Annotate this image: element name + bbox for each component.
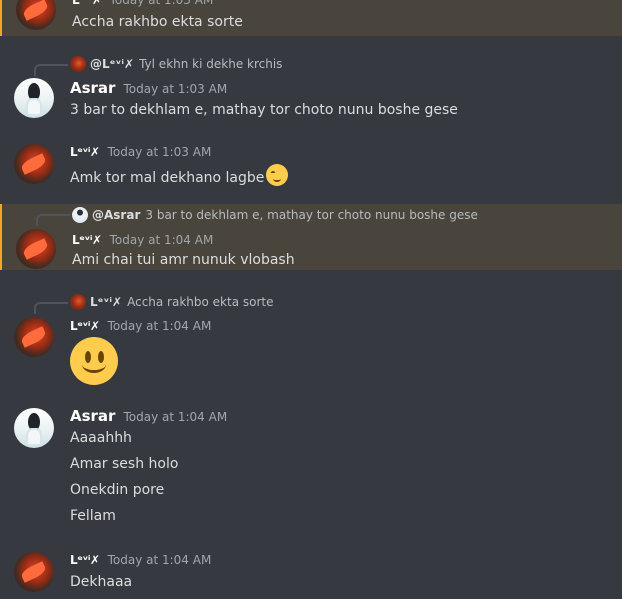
- username[interactable]: Lᵉᵛⁱ✗: [72, 0, 102, 10]
- reply-preview[interactable]: Lᵉᵛⁱ✗ Accha rakhbo ekta sorte: [70, 294, 274, 310]
- reply-connector: [34, 64, 68, 76]
- avatar[interactable]: [14, 408, 54, 448]
- message-text: Aaaahhh: [70, 430, 132, 446]
- reply-text: 3 bar to dekhlam e, mathay tor choto nun…: [145, 208, 478, 222]
- chat-messages: Lᵉᵛⁱ✗ Today at 1:03 AM Accha rakhbo ekta…: [0, 0, 622, 599]
- username[interactable]: Asrar: [70, 78, 115, 98]
- username[interactable]: Lᵉᵛⁱ✗: [70, 142, 100, 162]
- reply-text: Accha rakhbo ekta sorte: [127, 295, 274, 309]
- message-header: Lᵉᵛⁱ✗ Today at 1:03 AM: [70, 142, 211, 162]
- message-header: Asrar Today at 1:03 AM: [70, 78, 227, 98]
- username[interactable]: Lᵉᵛⁱ✗: [70, 316, 100, 336]
- message-item: @Lᵉᵛⁱ✗ Tyl ekhn ki dekhe krchis Asrar To…: [0, 54, 622, 130]
- reply-preview[interactable]: @Lᵉᵛⁱ✗ Tyl ekhn ki dekhe krchis: [70, 56, 282, 72]
- message-item: Asrar Today at 1:04 AM Aaaahhh Amar sesh…: [0, 406, 622, 530]
- reply-connector: [34, 302, 68, 314]
- message-text: Dekhaaa: [70, 574, 133, 590]
- message-header: Lᵉᵛⁱ✗ Today at 1:04 AM: [70, 550, 211, 570]
- message-text: Amar sesh holo: [70, 456, 179, 472]
- avatar[interactable]: [14, 552, 54, 592]
- message-header: Lᵉᵛⁱ✗ Today at 1:04 AM: [72, 230, 213, 250]
- emoji-mouth: [82, 356, 106, 373]
- message-header: Asrar Today at 1:04 AM: [70, 406, 227, 426]
- message-text-content: Amk tor mal dekhano lagbe: [70, 170, 265, 186]
- reply-avatar: [70, 294, 86, 310]
- reply-preview[interactable]: @Asrar 3 bar to dekhlam e, mathay tor ch…: [72, 207, 478, 223]
- timestamp: Today at 1:04 AM: [107, 319, 212, 333]
- reply-avatar: [70, 56, 86, 72]
- message-text: Ami chai tui amr nunuk vlobash: [72, 252, 295, 268]
- relieved-face-emoji: [266, 164, 289, 186]
- username[interactable]: Lᵉᵛⁱ✗: [70, 550, 100, 570]
- username[interactable]: Lᵉᵛⁱ✗: [72, 230, 102, 250]
- timestamp: Today at 1:03 AM: [107, 145, 212, 159]
- reply-author: Lᵉᵛⁱ✗: [90, 295, 123, 309]
- timestamp: Today at 1:04 AM: [109, 233, 214, 247]
- message-text: Fellam: [70, 508, 116, 524]
- avatar[interactable]: [14, 317, 54, 357]
- timestamp: Today at 1:04 AM: [107, 553, 212, 567]
- timestamp: Today at 1:04 AM: [123, 410, 228, 424]
- slightly-smiling-face-emoji: [70, 337, 118, 385]
- reply-author: @Asrar: [92, 208, 141, 222]
- message-item: Lᵉᵛⁱ✗ Today at 1:03 AM Accha rakhbo ekta…: [0, 0, 622, 36]
- message-item: @Asrar 3 bar to dekhlam e, mathay tor ch…: [0, 204, 622, 270]
- reply-text: Tyl ekhn ki dekhe krchis: [139, 57, 283, 71]
- username[interactable]: Asrar: [70, 406, 115, 426]
- message-text: Accha rakhbo ekta sorte: [72, 14, 243, 30]
- avatar[interactable]: [16, 229, 56, 269]
- message-item: Lᵉᵛⁱ✗ Today at 1:03 AM Amk tor mal dekha…: [0, 142, 622, 196]
- timestamp: Today at 1:03 AM: [123, 82, 228, 96]
- message-item: Lᵉᵛⁱ✗ Accha rakhbo ekta sorte Lᵉᵛⁱ✗ Toda…: [0, 292, 622, 388]
- avatar[interactable]: [14, 78, 54, 118]
- avatar[interactable]: [16, 0, 56, 30]
- reply-author: @Lᵉᵛⁱ✗: [90, 57, 135, 71]
- message-text: Amk tor mal dekhano lagbe: [70, 164, 289, 188]
- message-header: Lᵉᵛⁱ✗ Today at 1:04 AM: [70, 316, 211, 336]
- reply-connector: [36, 214, 70, 226]
- message-text: Onekdin pore: [70, 482, 165, 498]
- avatar[interactable]: [14, 144, 54, 184]
- message-text: 3 bar to dekhlam e, mathay tor choto nun…: [70, 102, 458, 118]
- timestamp: Today at 1:03 AM: [109, 0, 214, 7]
- message-header: Lᵉᵛⁱ✗ Today at 1:03 AM: [72, 0, 213, 10]
- message-item: Lᵉᵛⁱ✗ Today at 1:04 AM Dekhaaa: [0, 550, 622, 596]
- reply-avatar: [72, 207, 88, 223]
